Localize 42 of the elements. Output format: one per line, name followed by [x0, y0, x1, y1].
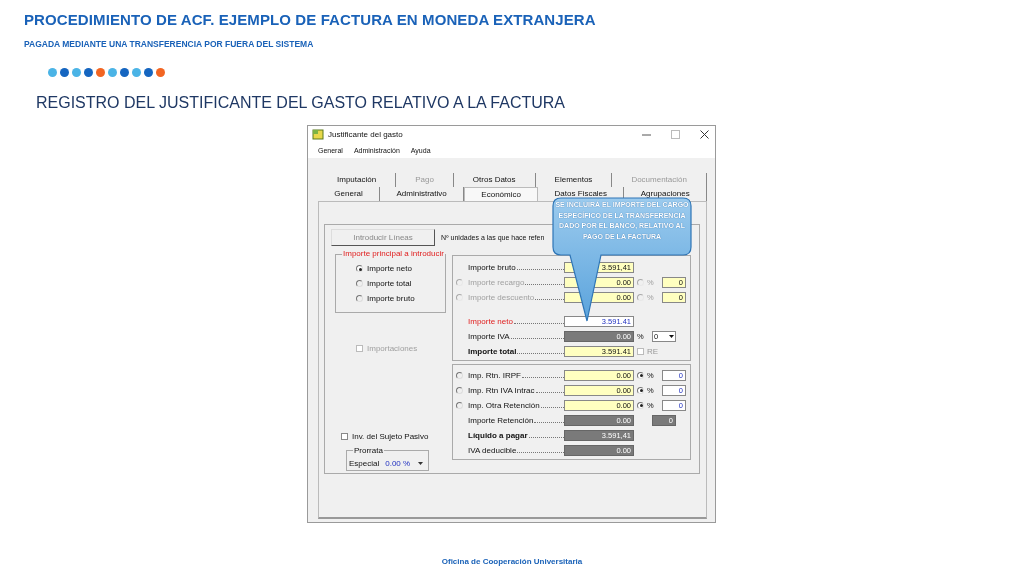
slide-subtitle: PAGADA MEDIANTE UNA TRANSFERENCIA POR FUERA DEL SISTEMA — [24, 39, 314, 49]
checkbox[interactable] — [341, 433, 348, 440]
tab[interactable]: Imputación — [318, 173, 397, 187]
maximize-icon — [671, 130, 680, 139]
field-label: Importe total — [468, 346, 518, 356]
field-label: Imp. Otra Retención — [468, 400, 541, 410]
radio-button[interactable] — [637, 386, 644, 394]
field-label: Importe descuento — [468, 292, 536, 302]
caret-icon — [418, 462, 424, 465]
tab[interactable]: General — [318, 187, 381, 201]
window-title: Justificante del gasto — [328, 130, 403, 139]
checkbox-label: Importaciones — [367, 344, 418, 353]
prorrata-dropdown[interactable]: 0.00 % — [385, 459, 424, 468]
radio-button[interactable] — [637, 401, 644, 409]
checkbox-label: Inv. del Sujeto Pasivo — [352, 432, 429, 441]
field-label: Imp. Rtn IVA Intrac — [468, 385, 536, 395]
option-label: Importe bruto — [367, 294, 415, 303]
option-label: Importe total — [367, 279, 412, 288]
leader-line — [510, 337, 564, 339]
caret-icon — [668, 332, 675, 340]
radio-button[interactable] — [356, 265, 363, 272]
field-label: Imp. Rtn. IRPF — [468, 370, 522, 380]
slide-footer: Oficina de Cooperación Universitaria — [441, 557, 583, 566]
checkbox-label: RE — [647, 346, 659, 356]
tab[interactable]: Económico — [464, 187, 539, 201]
field-label: Importe Retención — [468, 415, 535, 425]
field-label: Importe neto — [468, 316, 514, 326]
leader-line — [513, 322, 564, 324]
app-icon — [312, 129, 324, 140]
slide-title: PROCEDIMIENTO DE ACF. EJEMPLO DE FACTURA EN MONEDA EXTRANJERA — [24, 11, 596, 28]
field-label: Importe recargo — [468, 277, 526, 287]
field-label: Importe bruto — [468, 262, 517, 272]
field-label: IVA deducible — [468, 445, 518, 455]
option-label: Importe neto — [367, 264, 412, 273]
field-label: Importe IVA — [468, 331, 511, 341]
slide-heading: REGISTRO DEL JUSTIFICANTE DEL GASTO RELATIVO A LA FACTURA — [36, 94, 565, 112]
close-icon — [700, 130, 709, 139]
group-legend: Prorrata — [353, 446, 384, 455]
radio-button[interactable] — [637, 371, 644, 379]
field-label: Líquido a pagar — [468, 430, 529, 440]
prorrata-label: Especial — [349, 459, 380, 468]
group-legend: Importe principal a introducir — [342, 249, 445, 258]
